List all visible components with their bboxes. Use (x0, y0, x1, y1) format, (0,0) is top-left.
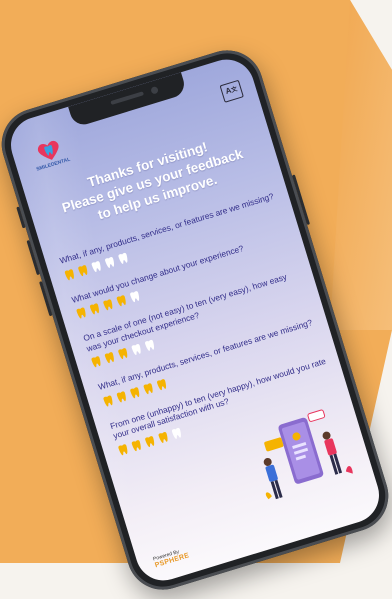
tooth-filled-icon[interactable] (129, 438, 143, 453)
front-camera (150, 85, 159, 95)
tooth-filled-icon[interactable] (116, 346, 130, 361)
tooth-filled-icon[interactable] (101, 393, 115, 408)
tooth-filled-icon[interactable] (89, 354, 103, 369)
tooth-filled-icon[interactable] (115, 389, 129, 404)
tooth-empty-icon[interactable] (130, 342, 144, 357)
tooth-empty-icon[interactable] (116, 250, 130, 265)
powered-by: Powered By PSPHERE (152, 546, 190, 569)
tooth-empty-icon[interactable] (143, 338, 157, 353)
tooth-filled-icon[interactable] (63, 267, 77, 282)
translate-icon[interactable]: A文 (219, 79, 244, 103)
tooth-filled-icon[interactable] (103, 350, 117, 365)
tooth-filled-icon[interactable] (141, 381, 155, 396)
tooth-filled-icon[interactable] (76, 263, 90, 278)
tooth-filled-icon[interactable] (143, 434, 157, 449)
tooth-empty-icon[interactable] (89, 259, 103, 274)
tooth-empty-icon[interactable] (103, 255, 117, 270)
tooth-filled-icon[interactable] (101, 297, 115, 312)
tooth-filled-icon[interactable] (88, 301, 102, 316)
tooth-empty-icon[interactable] (128, 289, 142, 304)
tooth-filled-icon[interactable] (128, 385, 142, 400)
speaker (110, 91, 145, 106)
tooth-filled-icon[interactable] (74, 306, 88, 321)
tooth-filled-icon[interactable] (155, 377, 169, 392)
tooth-filled-icon[interactable] (156, 430, 170, 445)
tooth-filled-icon[interactable] (115, 293, 129, 308)
tooth-empty-icon[interactable] (170, 425, 184, 440)
tooth-filled-icon[interactable] (116, 442, 130, 457)
